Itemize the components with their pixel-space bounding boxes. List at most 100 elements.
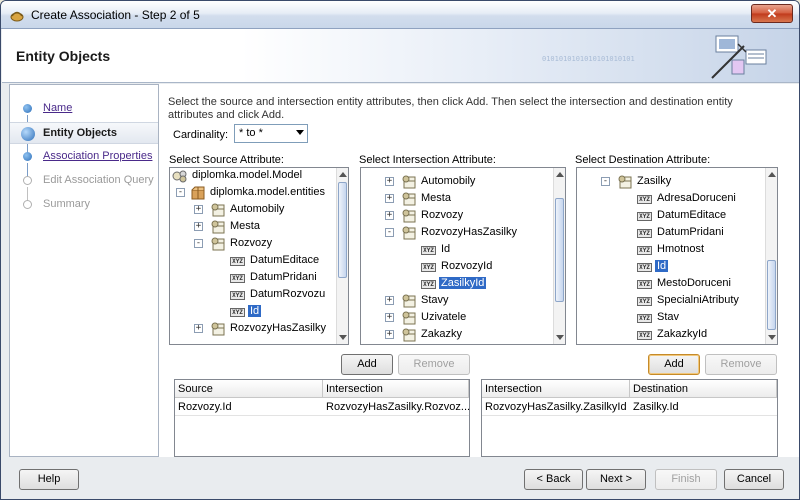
- expand-icon[interactable]: +: [385, 296, 394, 305]
- help-button[interactable]: Help: [19, 469, 79, 490]
- tree-node-label: Id: [655, 260, 669, 272]
- tree-node[interactable]: - Rozvozy: [170, 236, 348, 252]
- tree-node[interactable]: XYZ DatumPridani: [577, 225, 757, 241]
- tree-node[interactable]: + Automobily: [170, 202, 348, 218]
- table-cell[interactable]: RozvozyHasZasilky.ZasilkyId: [482, 400, 630, 416]
- finish-button[interactable]: Finish: [655, 469, 717, 490]
- tree-node[interactable]: XYZ Hmotnost: [577, 242, 757, 258]
- add-intersection-destination-button[interactable]: Add: [648, 354, 700, 375]
- tree-node[interactable]: XYZ DatumPridani: [170, 270, 348, 286]
- attribute-icon: XYZ: [637, 331, 652, 340]
- close-button[interactable]: ✕: [751, 4, 793, 23]
- tree-node[interactable]: - RozvozyHasZasilky: [361, 225, 541, 241]
- table-cell[interactable]: RozvozyHasZasilky.Rozvoz...: [323, 400, 469, 416]
- scroll-up-icon[interactable]: [768, 172, 776, 177]
- cardinality-value: * to *: [239, 127, 263, 139]
- scroll-down-icon[interactable]: [768, 335, 776, 340]
- tree-node[interactable]: XYZ ZakazkyId: [577, 327, 757, 343]
- remove-source-intersection-button[interactable]: Remove: [398, 354, 470, 375]
- tree-node[interactable]: diplomka.model.Model: [170, 168, 348, 184]
- tree-node[interactable]: + Mesta: [170, 219, 348, 235]
- tree-node-label: Rozvozy: [421, 209, 464, 221]
- tree-node[interactable]: XYZ ZasilkyId: [361, 276, 541, 292]
- tree-node-label: AdresaDoruceni: [657, 192, 736, 204]
- scroll-thumb[interactable]: [555, 198, 564, 302]
- vertical-scrollbar[interactable]: [765, 168, 777, 344]
- tree-node[interactable]: + Rozvozy: [361, 208, 541, 224]
- cancel-button[interactable]: Cancel: [724, 469, 784, 490]
- tree-node[interactable]: + RozvozyHasZasilky: [170, 321, 348, 339]
- step-dot-icon: [23, 152, 32, 161]
- attribute-icon: XYZ: [637, 246, 652, 255]
- collapse-icon[interactable]: -: [176, 188, 185, 197]
- chevron-down-icon: [296, 130, 304, 135]
- page-title: Entity Objects: [16, 48, 111, 64]
- tree-node[interactable]: XYZ DatumEditace: [170, 253, 348, 269]
- tree-node[interactable]: XYZ RozvozyId: [361, 259, 541, 275]
- tree-node[interactable]: XYZ MestoDoruceni: [577, 276, 757, 292]
- tree-node[interactable]: XYZ SpecialniAtributy: [577, 293, 757, 309]
- source-intersection-table[interactable]: Source Intersection Rozvozy.Id RozvozyHa…: [174, 379, 470, 457]
- next-button[interactable]: Next >: [586, 469, 646, 490]
- expand-icon[interactable]: +: [385, 194, 394, 203]
- table-header[interactable]: Intersection: [482, 380, 630, 398]
- collapse-icon[interactable]: -: [385, 228, 394, 237]
- tree-node[interactable]: XYZ Stav: [577, 310, 757, 326]
- tree-node[interactable]: + Zakazky: [361, 327, 541, 343]
- tree-node[interactable]: + Mesta: [361, 191, 541, 207]
- expand-icon[interactable]: +: [194, 222, 203, 231]
- title-bar[interactable]: Create Association - Step 2 of 5 ✕: [1, 1, 799, 29]
- wizard-footer: Help < Back Next > Finish Cancel: [2, 457, 799, 499]
- tree-node[interactable]: XYZ DatumEditace: [577, 208, 757, 224]
- expand-icon[interactable]: +: [385, 313, 394, 322]
- source-attribute-tree[interactable]: diplomka.model.Model - diplomka.model.enti…: [169, 167, 349, 345]
- scroll-up-icon[interactable]: [556, 172, 564, 177]
- tree-node[interactable]: + Automobily: [361, 174, 541, 190]
- table-cell[interactable]: Rozvozy.Id: [175, 400, 323, 416]
- add-source-intersection-button[interactable]: Add: [341, 354, 393, 375]
- step-dot-icon: [23, 200, 32, 209]
- attribute-icon: XYZ: [637, 195, 652, 204]
- source-attribute-label: Select Source Attribute:: [169, 154, 284, 166]
- tree-node[interactable]: XYZ Id: [577, 259, 757, 275]
- tree-node[interactable]: XYZ Id: [170, 304, 348, 320]
- scroll-down-icon[interactable]: [556, 335, 564, 340]
- table-cell[interactable]: Zasilky.Id: [630, 400, 777, 416]
- back-button[interactable]: < Back: [524, 469, 583, 490]
- attribute-icon: XYZ: [637, 263, 652, 272]
- tree-node[interactable]: + Uzivatele: [361, 310, 541, 326]
- table-header[interactable]: Destination: [630, 380, 777, 398]
- attribute-icon: XYZ: [637, 212, 652, 221]
- tree-node[interactable]: - Zasilky: [577, 174, 757, 190]
- destination-attribute-tree[interactable]: - Zasilky XYZ AdresaDoruceni XYZ DatumEditace…: [576, 167, 778, 345]
- tree-node[interactable]: XYZ AdresaDoruceni: [577, 191, 757, 207]
- intersection-destination-table[interactable]: Intersection Destination RozvozyHasZasil…: [481, 379, 778, 457]
- vertical-scrollbar[interactable]: [553, 168, 565, 344]
- tree-node[interactable]: + Stavy: [361, 293, 541, 309]
- expand-icon[interactable]: +: [194, 205, 203, 214]
- collapse-icon[interactable]: -: [194, 239, 203, 248]
- collapse-icon[interactable]: -: [601, 177, 610, 186]
- intersection-attribute-label: Select Intersection Attribute:: [359, 154, 496, 166]
- tree-node-label: diplomka.model.entities: [210, 186, 325, 198]
- expand-icon[interactable]: +: [385, 211, 394, 220]
- table-header[interactable]: Intersection: [323, 380, 469, 398]
- expand-icon[interactable]: +: [385, 177, 394, 186]
- tree-node[interactable]: XYZ DatumRozvozu: [170, 287, 348, 303]
- step-association-properties[interactable]: Association Properties: [10, 146, 158, 168]
- tree-node[interactable]: - diplomka.model.entities: [170, 185, 348, 201]
- expand-icon[interactable]: +: [194, 324, 203, 333]
- attribute-icon: XYZ: [230, 257, 245, 266]
- scroll-thumb[interactable]: [767, 260, 776, 330]
- wizard-graphic-icon: [711, 35, 767, 79]
- tree-node[interactable]: XYZ Id: [361, 242, 541, 258]
- entity-icon: [210, 322, 226, 339]
- cardinality-select[interactable]: * to *: [234, 124, 308, 143]
- table-header[interactable]: Source: [175, 380, 323, 398]
- intersection-attribute-tree[interactable]: + Automobily + Mesta + Rozvozy - RozvozyHasZasi…: [360, 167, 566, 345]
- step-name[interactable]: Name: [10, 98, 158, 120]
- tree-node-label: Id: [248, 305, 262, 317]
- expand-icon[interactable]: +: [385, 330, 394, 339]
- step-entity-objects[interactable]: Entity Objects: [10, 122, 158, 144]
- remove-intersection-destination-button[interactable]: Remove: [705, 354, 777, 375]
